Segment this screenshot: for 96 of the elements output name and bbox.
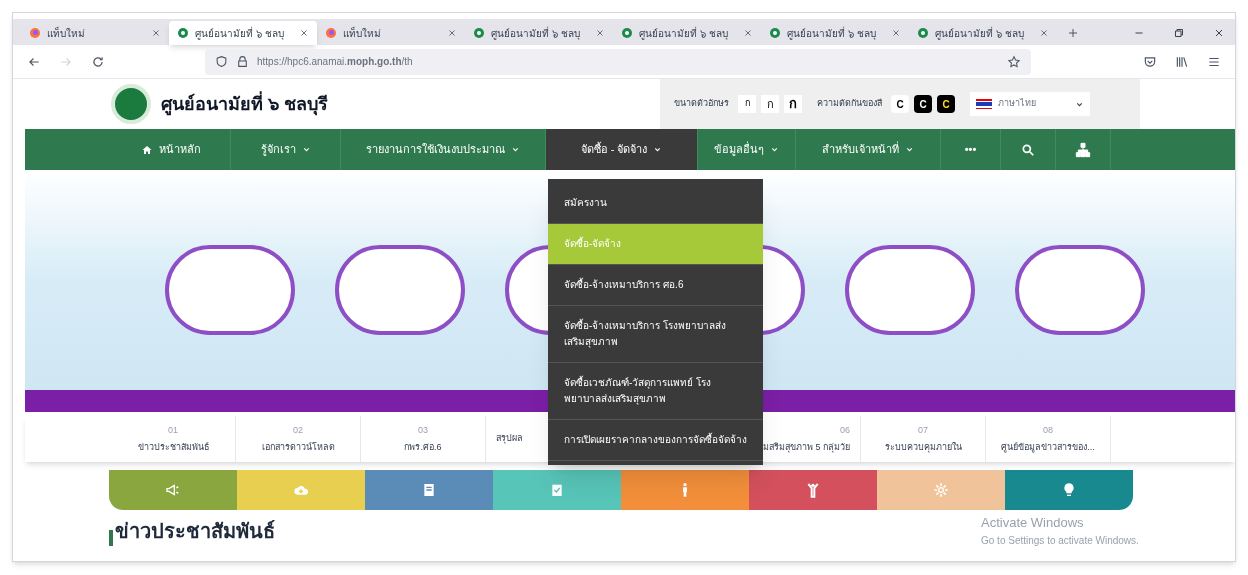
shortcut-link[interactable]: ศูนย์ข้อมูลข่าวสารของ...: [1001, 441, 1095, 455]
new-tab-icon[interactable]: [1067, 27, 1079, 39]
close-icon[interactable]: [151, 28, 161, 38]
tab-title: แท็บใหม่: [47, 25, 86, 41]
shortcut-number: 03: [418, 423, 428, 437]
font-size-button[interactable]: ก: [761, 95, 779, 113]
shortcut-number: 01: [168, 423, 178, 437]
browser-tab[interactable]: แท็บใหม่: [317, 21, 465, 45]
category-tile[interactable]: [365, 470, 493, 510]
activation-text: Go to Settings to activate Windows.: [981, 533, 1139, 548]
contrast-label: ความตัดกันของสี: [817, 97, 882, 111]
lightbulb-icon: [1061, 482, 1077, 498]
megaphone-icon: [165, 482, 181, 498]
category-tile[interactable]: [621, 470, 749, 510]
sitemap-icon: [1075, 141, 1091, 158]
shortcut-number: 08: [1043, 423, 1053, 437]
home-icon: [140, 143, 153, 156]
close-icon[interactable]: [1039, 28, 1049, 38]
site-title: ศูนย์อนามัยที่ ๖ ชลบุรี: [161, 90, 328, 118]
browser-tab[interactable]: ศูนย์อนามัยที่ ๖ ชลบุ: [761, 21, 909, 45]
site-favicon-icon: [917, 27, 929, 39]
nav-item[interactable]: จัดซื้อ - จัดจ้าง: [546, 129, 698, 170]
dropdown-item[interactable]: จัดซื้อเวชภัณฑ์-วัสดุการแพทย์ โรงพยาบาลส่งเสริมสุขภาพ: [548, 363, 763, 420]
tab-title: ศูนย์อนามัยที่ ๖ ชลบุ: [639, 25, 729, 41]
tab-title: แท็บใหม่: [343, 25, 382, 41]
close-icon[interactable]: [891, 28, 901, 38]
category-tile[interactable]: [493, 470, 621, 510]
bookmark-star-icon[interactable]: [1007, 54, 1021, 69]
font-size-button[interactable]: ก: [784, 95, 802, 113]
shortcut-number: 02: [293, 423, 303, 437]
browser-tab[interactable]: ศูนย์อนามัยที่ ๖ ชลบุ: [465, 21, 613, 45]
dropdown-item[interactable]: จัดซื้อ-จ้างเหมาบริการ โรงพยาบาลส่งเสริมสุขภาพ: [548, 306, 763, 363]
contrast-button[interactable]: C: [891, 95, 909, 113]
shortcut-number: 06: [840, 423, 850, 437]
close-icon[interactable]: [299, 28, 309, 38]
browser-tab[interactable]: แท็บใหม่: [21, 21, 169, 45]
caret-icon: [301, 145, 311, 154]
person-arms-raised-icon: [805, 482, 821, 498]
browser-logo-icon: [325, 27, 337, 39]
font-size-button[interactable]: ก: [738, 95, 756, 113]
clipboard-check-icon: [549, 482, 565, 498]
gear-icon: [933, 482, 949, 498]
url-text: https://hpc6.anamai.moph.go.th/th: [257, 55, 413, 69]
close-icon[interactable]: [1213, 27, 1225, 39]
activation-title: Activate Windows: [981, 514, 1085, 532]
tab-title: ศูนย์อนามัยที่ ๖ ชลบุ: [935, 25, 1025, 41]
browser-tab[interactable]: ศูนย์อนามัยที่ ๖ ชลบุ: [909, 21, 1057, 45]
heading-accent: [109, 530, 113, 546]
caret-icon: [511, 145, 520, 154]
close-icon[interactable]: [743, 28, 753, 38]
category-tile[interactable]: [237, 470, 365, 510]
category-tile[interactable]: [1005, 470, 1133, 510]
browser-logo-icon: [29, 27, 41, 39]
reload-icon[interactable]: [91, 54, 105, 69]
tab-title: ศูนย์อนามัยที่ ๖ ชลบุ: [787, 25, 877, 41]
shortcut-link[interactable]: เอกสารดาวน์โหลด: [261, 441, 335, 455]
lock-icon: [236, 55, 249, 68]
dropdown-item[interactable]: การเปิดเผยราคากลางของการจัดซื้อจัดจ้าง: [548, 420, 763, 461]
language-label: ภาษาไทย: [998, 97, 1036, 111]
browser-tab[interactable]: ศูนย์อนามัยที่ ๖ ชลบุ: [613, 21, 761, 45]
book-icon: [421, 482, 437, 498]
contrast-button[interactable]: C: [914, 95, 932, 113]
shortcut-link[interactable]: มสริมสุขภาพ 5 กลุ่มวัย: [763, 441, 850, 455]
search-icon: [1021, 142, 1035, 157]
shortcut-link[interactable]: กพร.ศอ.6: [404, 441, 442, 455]
thai-flag-icon: [976, 99, 992, 109]
category-tile[interactable]: [877, 470, 1005, 510]
shield-icon[interactable]: [215, 55, 228, 68]
shortcut-link[interactable]: สรุปผล: [496, 432, 523, 446]
restore-icon[interactable]: [1173, 27, 1185, 39]
caret-icon: [770, 145, 779, 154]
caret-icon: [653, 145, 663, 154]
site-favicon-icon: [177, 27, 189, 39]
site-favicon-icon: [473, 27, 485, 39]
shortcut-number: 07: [918, 423, 928, 437]
shortcut-link[interactable]: ระบบควบคุมภายใน: [884, 441, 962, 455]
browser-tab[interactable]: ศูนย์อนามัยที่ ๖ ชลบุ: [169, 21, 317, 45]
tab-title: ศูนย์อนามัยที่ ๖ ชลบุ: [491, 25, 581, 41]
tab-title: ศูนย์อนามัยที่ ๖ ชลบุ: [195, 25, 285, 41]
library-icon[interactable]: [1175, 54, 1189, 69]
address-bar[interactable]: https://hpc6.anamai.moph.go.th/th: [205, 48, 1031, 75]
shortcut-link[interactable]: ข่าวประชาสัมพันธ์: [137, 441, 209, 455]
caret-icon: [905, 145, 914, 154]
category-tile[interactable]: [749, 470, 877, 510]
dropdown-item[interactable]: จัดซื้อ-จ้างเหมาบริการ ศอ.6: [548, 265, 763, 306]
site-favicon-icon: [769, 27, 781, 39]
site-favicon-icon: [621, 27, 633, 39]
font-size-label: ขนาดตัวอักษร: [674, 97, 729, 111]
section-heading: ข่าวประชาสัมพันธ์: [115, 519, 275, 544]
category-tile[interactable]: [109, 470, 237, 510]
close-icon[interactable]: [447, 28, 457, 38]
close-icon[interactable]: [595, 28, 605, 38]
pocket-icon[interactable]: [1143, 54, 1157, 69]
department-logo: [111, 84, 151, 124]
language-select[interactable]: ภาษาไทย: [970, 92, 1090, 116]
contrast-button[interactable]: C: [937, 95, 955, 113]
